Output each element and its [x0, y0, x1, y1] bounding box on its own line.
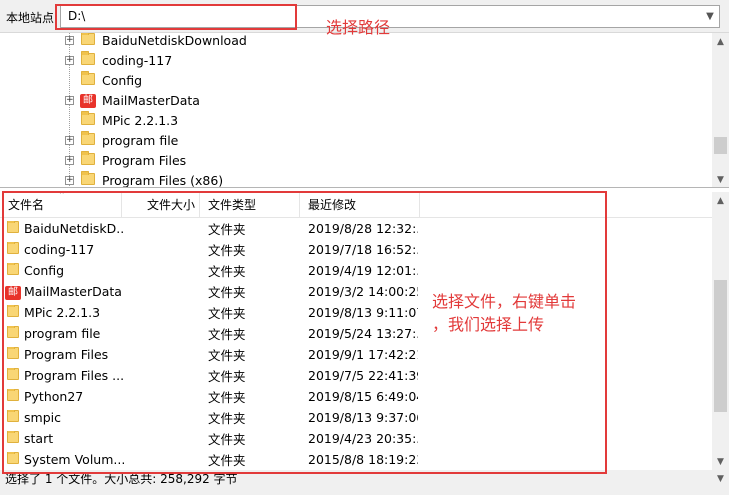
- local-directory-tree: + BaiduNetdiskDownload + coding-117 Conf…: [0, 33, 729, 188]
- tree-item[interactable]: MPic 2.2.1.3: [0, 110, 700, 130]
- status-scrollbar-stub: ▼: [712, 470, 729, 495]
- tree-item-label: program file: [102, 132, 179, 148]
- tree-item-label: Config: [102, 72, 143, 88]
- folder-icon: [81, 70, 95, 88]
- mailmaster-icon: 邮: [80, 92, 96, 108]
- tree-item[interactable]: + 邮 MailMasterData: [0, 90, 700, 110]
- scroll-thumb[interactable]: [714, 137, 727, 154]
- expand-plus-icon[interactable]: +: [65, 175, 74, 185]
- file-annotation-line2: ，我们选择上传: [432, 315, 545, 334]
- expand-plus-icon[interactable]: +: [65, 155, 74, 165]
- folder-icon: [81, 130, 95, 148]
- scroll-down-icon[interactable]: ▼: [712, 470, 729, 487]
- expand-plus-icon[interactable]: +: [65, 55, 74, 65]
- path-annotation: 选择路径: [326, 18, 391, 37]
- tree-item-label: BaiduNetdiskDownload: [102, 33, 247, 48]
- tree-item[interactable]: + Program Files: [0, 150, 700, 170]
- tree-item[interactable]: Config: [0, 70, 700, 90]
- folder-icon: [81, 170, 95, 188]
- folder-icon: [81, 150, 95, 168]
- expand-plus-icon[interactable]: +: [65, 135, 74, 145]
- file-list-scrollbar[interactable]: ▲ ▼: [712, 192, 729, 470]
- tree-item-label: coding-117: [102, 52, 173, 68]
- scroll-thumb[interactable]: [714, 280, 727, 412]
- status-text: 选择了 1 个文件。大小总共: 258,292 字节: [5, 472, 238, 486]
- tree-item-label: MailMasterData: [102, 92, 200, 108]
- scroll-down-icon[interactable]: ▼: [712, 171, 729, 187]
- scroll-down-icon[interactable]: ▼: [712, 453, 729, 470]
- scroll-up-icon[interactable]: ▲: [712, 192, 729, 209]
- tree-item[interactable]: + program file: [0, 130, 700, 150]
- expand-plus-icon[interactable]: +: [65, 35, 74, 45]
- file-annotation-line1: 选择文件，右键单击: [432, 292, 577, 311]
- tree-item-label: MPic 2.2.1.3: [102, 112, 179, 128]
- path-highlight-box: [55, 4, 297, 30]
- expand-plus-icon[interactable]: +: [65, 95, 74, 105]
- tree-item[interactable]: + Program Files (x86): [0, 170, 700, 188]
- tree-item-label: Program Files: [102, 152, 187, 168]
- folder-icon: [81, 50, 95, 68]
- chevron-down-icon[interactable]: ▼: [701, 6, 719, 27]
- folder-icon: [81, 110, 95, 128]
- tree-item[interactable]: + coding-117: [0, 50, 700, 70]
- scroll-up-icon[interactable]: ▲: [712, 33, 729, 50]
- tree-scrollbar[interactable]: ▲ ▼: [712, 33, 729, 187]
- folder-icon: [81, 33, 95, 48]
- local-site-label: 本地站点:: [6, 11, 59, 25]
- tree-item-label: Program Files (x86): [102, 172, 224, 188]
